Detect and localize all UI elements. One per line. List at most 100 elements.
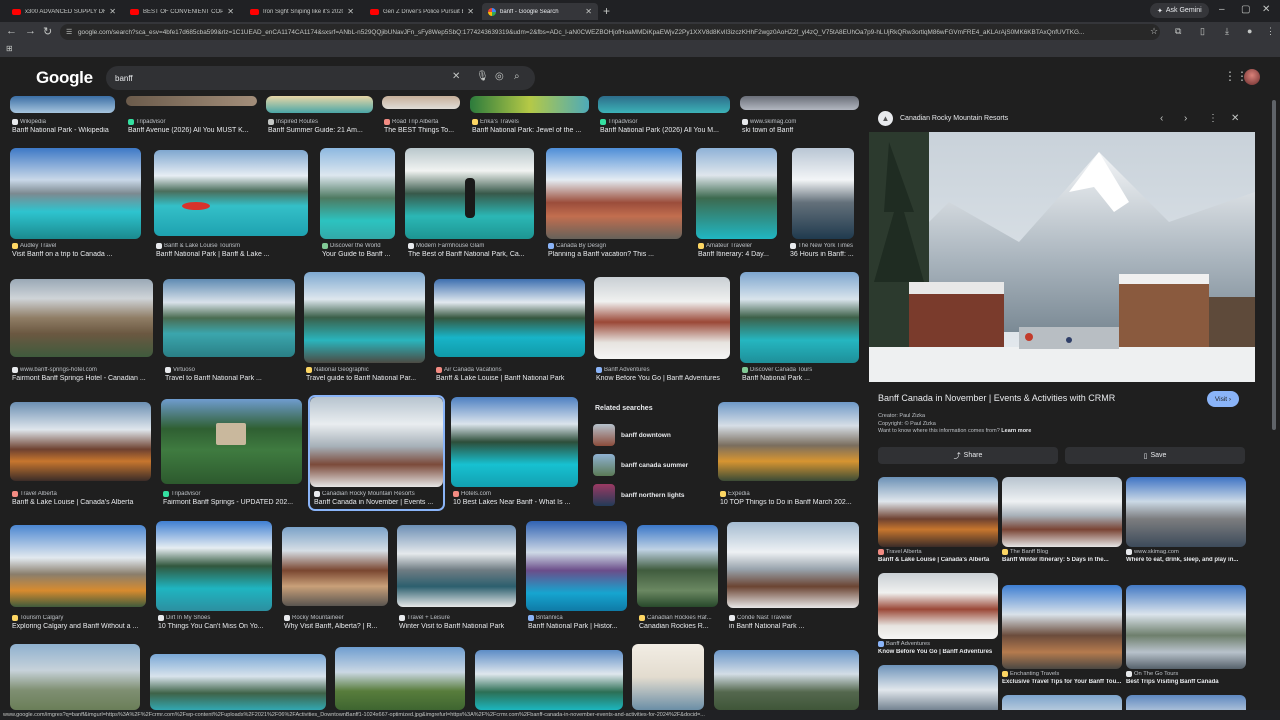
result-caption[interactable]: Inspired Routes Banff Summer Guide: 21 Am… [268, 119, 376, 134]
close-window-icon[interactable]: ✕ [1262, 4, 1270, 15]
url-field[interactable]: ☰ google.com/search?sca_esv=4bfe17d685cb… [60, 24, 1160, 40]
result-caption[interactable]: Canadian Rockies Raf... Canadian Rockies … [639, 615, 719, 630]
result-caption[interactable]: Modern Farmhouse Glam The Best of Banff N… [408, 243, 538, 258]
result-title[interactable]: Banff National Park - Wikipedia [12, 127, 120, 134]
result-caption[interactable]: Tripadvisor Banff Avenue (2026) All You M… [128, 119, 260, 134]
more-options-icon[interactable]: ⋮ [1208, 113, 1218, 124]
result-caption[interactable]: Banff & Lake Louise Tourism Banff Nationa… [156, 243, 306, 258]
result-caption[interactable]: www.banff-springs-hotel.com Fairmont Banf… [12, 367, 155, 382]
result-thumbnail[interactable] [475, 650, 623, 710]
result-thumbnail[interactable] [405, 148, 534, 239]
result-thumbnail[interactable] [161, 399, 302, 484]
profile-icon[interactable]: ● [1247, 26, 1252, 36]
result-title[interactable]: Best Trips Visiting Banff Canada [1126, 679, 1246, 685]
result-thumbnail[interactable] [546, 148, 682, 239]
result-caption[interactable]: Britannica Banff National Park | Histor..… [528, 615, 628, 630]
result-caption[interactable]: Expedia 10 TOP Things to Do in Banff Marc… [720, 491, 860, 506]
back-icon[interactable]: ← [6, 25, 17, 37]
result-title[interactable]: Banff Canada in November | Events ... [314, 499, 440, 506]
result-thumbnail[interactable] [163, 279, 295, 357]
close-tab-icon[interactable]: ✕ [347, 7, 354, 16]
result-title[interactable]: Travel guide to Banff National Par... [306, 375, 426, 382]
result-caption[interactable]: Rocky Mountaineer Why Visit Banff, Albert… [284, 615, 388, 630]
result-caption[interactable]: Discover Canada Tours Banff National Park… [742, 367, 860, 382]
result-caption[interactable]: National Geographic Travel guide to Banff… [306, 367, 426, 382]
result-title[interactable]: Exclusive Travel Tips for Your Banff Tou… [1002, 679, 1122, 685]
result-thumbnail[interactable] [434, 279, 585, 357]
related-image-caption[interactable]: The Banff Blog Banff Winter Itinerary: 5 … [1002, 549, 1122, 563]
result-title[interactable]: Banff National Park | Banff & Lake ... [156, 251, 306, 258]
result-thumbnail[interactable] [10, 525, 146, 607]
result-title[interactable]: Your Guide to Banff ... [322, 251, 402, 258]
result-caption[interactable]: Canadian Rocky Mountain Resorts Banff Can… [314, 491, 440, 506]
related-image-thumbnail[interactable] [1002, 585, 1122, 669]
maximize-icon[interactable]: ▢ [1241, 4, 1250, 15]
learn-more-link[interactable]: Learn more [1001, 428, 1031, 434]
search-box[interactable]: ✕ 🎙 ◎ ⌕ [106, 66, 535, 90]
result-thumbnail[interactable] [727, 522, 859, 608]
related-image-caption[interactable]: Banff Adventures Know Before You Go | Ban… [878, 641, 998, 655]
result-caption[interactable]: Air Canada Vacations Banff & Lake Louise … [436, 367, 586, 382]
result-thumbnail[interactable] [792, 148, 854, 239]
result-thumbnail[interactable] [156, 521, 272, 611]
result-title[interactable]: 36 Hours in Banff: ... [790, 251, 856, 258]
result-title[interactable]: Exploring Calgary and Banff Without a ..… [12, 623, 146, 630]
result-thumbnail[interactable] [282, 527, 388, 606]
visit-button[interactable]: Visit › [1207, 391, 1239, 407]
result-title[interactable]: Banff National Park (2026) All You M... [600, 127, 730, 134]
result-title[interactable]: Winter Visit to Banff National Park [399, 623, 516, 630]
result-title[interactable]: Visit Banff on a trip to Canada ... [12, 251, 144, 258]
ask-gemini-button[interactable]: ✦ Ask Gemini [1150, 3, 1209, 18]
bookmark-star-icon[interactable]: ☆ [1150, 26, 1158, 37]
result-thumbnail[interactable] [526, 521, 627, 611]
preview-source[interactable]: ▲ Canadian Rocky Mountain Resorts [878, 111, 1008, 126]
result-caption[interactable]: Discover the World Your Guide to Banff ..… [322, 243, 402, 258]
result-thumbnail[interactable] [320, 148, 395, 239]
result-caption[interactable]: Audley Travel Visit Banff on a trip to Ca… [12, 243, 144, 258]
result-title[interactable]: The BEST Things To... [384, 127, 464, 134]
result-caption[interactable]: Travel Alberta Banff & Lake Louise | Cana… [12, 491, 152, 506]
result-title[interactable]: Where to eat, drink, sleep, and play in.… [1126, 557, 1246, 563]
result-thumbnail[interactable] [451, 397, 578, 487]
result-title[interactable]: Travel to Banff National Park ... [165, 375, 295, 382]
result-title[interactable]: Fairmont Banff Springs - UPDATED 202... [163, 499, 303, 506]
result-title[interactable]: The Best of Banff National Park, Ca... [408, 251, 538, 258]
result-title[interactable]: Banff & Lake Louise | Banff National Par… [436, 375, 586, 382]
result-thumbnail[interactable] [335, 647, 465, 710]
related-image-thumbnail[interactable] [1002, 477, 1122, 547]
close-icon[interactable]: ✕ [1231, 113, 1239, 124]
browser-tab[interactable]: x300 ADVANCED SUPPLY DRO... ✕ [6, 3, 122, 20]
result-caption[interactable]: Tripadvisor Fairmont Banff Springs - UPDA… [163, 491, 303, 506]
related-image-thumbnail[interactable] [1126, 477, 1246, 547]
result-caption[interactable]: Virtuoso Travel to Banff National Park ..… [165, 367, 295, 382]
forward-icon[interactable]: → [25, 25, 36, 37]
result-title[interactable]: Know Before You Go | Banff Adventures [596, 375, 731, 382]
clear-icon[interactable]: ✕ [452, 71, 460, 82]
result-thumbnail[interactable] [594, 277, 730, 359]
browser-tab[interactable]: BEST OF CONVENIENT COP 20... ✕ [124, 3, 240, 20]
downloads-icon[interactable]: ⤓ [1225, 26, 1229, 37]
search-input[interactable] [115, 70, 435, 86]
result-caption[interactable]: The New York Times 36 Hours in Banff: ... [790, 243, 856, 258]
result-thumbnail[interactable] [10, 644, 140, 710]
related-image-caption[interactable]: Enchanting Travels Exclusive Travel Tips … [1002, 671, 1122, 685]
google-logo[interactable]: Google [36, 68, 93, 88]
result-caption[interactable]: Conde Nast Traveler in Banff National Par… [729, 615, 859, 630]
result-caption[interactable]: Road Trip Alberta The BEST Things To... [384, 119, 464, 134]
result-title[interactable]: Banff National Park: Jewel of the ... [472, 127, 592, 134]
close-tab-icon[interactable]: ✕ [585, 7, 592, 16]
result-thumbnail[interactable] [632, 644, 704, 710]
result-thumbnail[interactable] [696, 148, 777, 239]
result-title[interactable]: Banff National Park ... [742, 375, 860, 382]
previous-icon[interactable]: ‹ [1160, 113, 1163, 124]
avatar[interactable] [1244, 69, 1260, 85]
related-search-item[interactable]: banff northern lights [593, 482, 705, 508]
related-image-caption[interactable]: www.skimag.com Where to eat, drink, sleep… [1126, 549, 1246, 563]
site-info-icon[interactable]: ☰ [66, 28, 72, 36]
related-search-item[interactable]: banff canada summer [593, 452, 705, 478]
result-title[interactable]: Canadian Rockies R... [639, 623, 719, 630]
result-thumbnail[interactable] [382, 96, 460, 109]
result-caption[interactable]: www.skimag.com ski town of Banff [742, 119, 860, 134]
result-title[interactable]: 10 TOP Things to Do in Banff March 202..… [720, 499, 860, 506]
related-image-thumbnail[interactable] [1126, 585, 1246, 669]
